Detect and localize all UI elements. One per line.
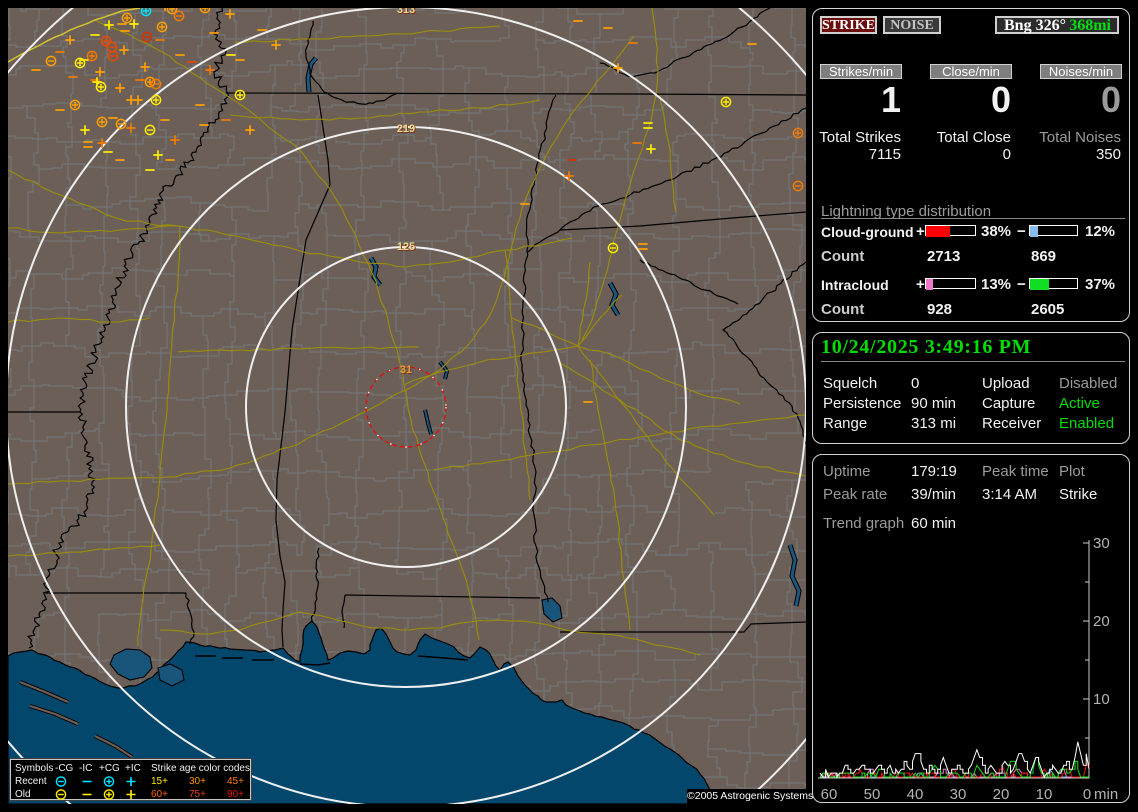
svg-text:50: 50 <box>864 786 881 803</box>
svg-text:60: 60 <box>821 786 838 803</box>
svg-text:313: 313 <box>397 8 415 16</box>
svg-text:20: 20 <box>1093 613 1110 630</box>
svg-text:125: 125 <box>397 241 415 253</box>
svg-text:30: 30 <box>1093 535 1110 552</box>
svg-text:min: min <box>1094 786 1118 803</box>
svg-text:40: 40 <box>907 786 924 803</box>
svg-text:0: 0 <box>1083 786 1091 803</box>
svg-text:10: 10 <box>1036 786 1053 803</box>
svg-text:10: 10 <box>1093 691 1110 708</box>
svg-text:219: 219 <box>397 123 415 135</box>
svg-text:20: 20 <box>993 786 1010 803</box>
svg-text:31: 31 <box>400 364 412 376</box>
svg-text:30: 30 <box>950 786 967 803</box>
